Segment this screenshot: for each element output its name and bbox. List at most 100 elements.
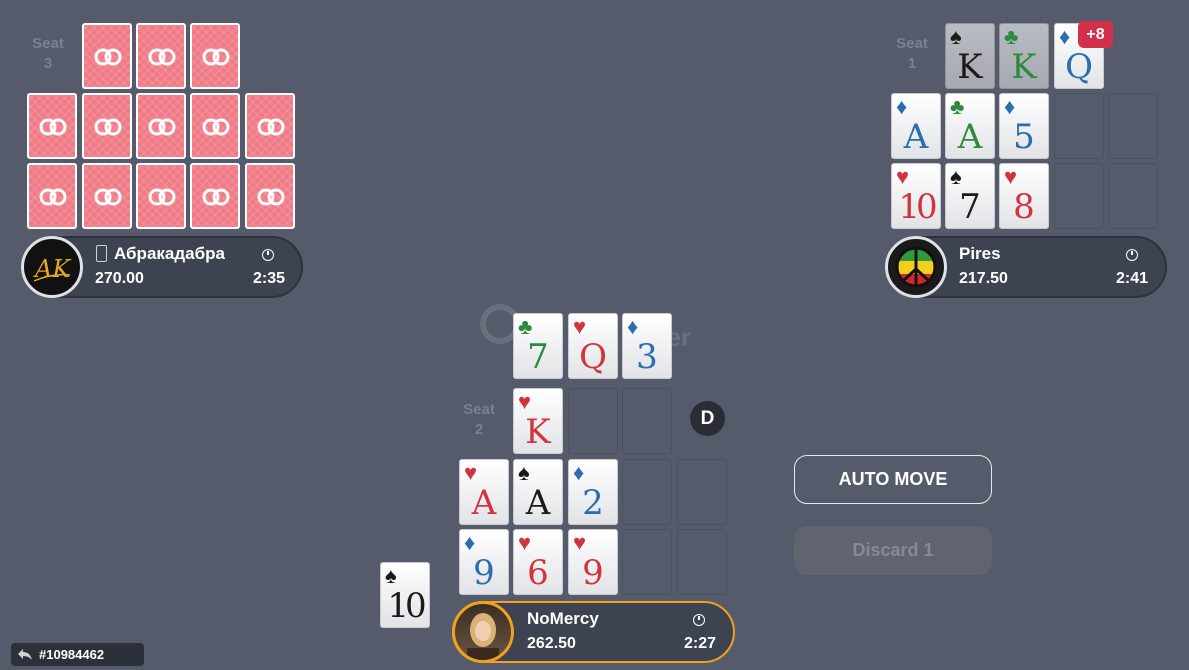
card-back-logo-icon <box>94 188 122 206</box>
seat2-card-bottom: ♦ 9 <box>459 529 509 595</box>
seat3-player-name: Абракадабра <box>114 244 225 263</box>
seat2-card-middle: ♥ A <box>459 459 509 525</box>
clock-icon <box>1126 249 1138 261</box>
card-back <box>82 163 132 229</box>
empty-card-slot[interactable] <box>622 529 672 595</box>
card-back <box>136 23 186 89</box>
card-back-logo-icon <box>257 188 285 206</box>
empty-card-slot <box>1108 163 1158 229</box>
card-suit: ♦ <box>896 94 908 119</box>
dealer-button: D <box>690 401 725 436</box>
seat3-label: Seat 3 <box>32 35 64 72</box>
hand-id-bar[interactable]: #10984462 <box>11 643 144 666</box>
seat1-card-top: ♠ K <box>945 23 995 89</box>
card-suit: ♦ <box>573 460 585 485</box>
seat2-player-name: NoMercy <box>527 609 599 628</box>
seat2-avatar[interactable] <box>452 601 514 663</box>
card-back-logo-icon <box>39 118 67 136</box>
empty-card-slot[interactable] <box>622 459 672 525</box>
seat2-card-middle: ♠ A <box>513 459 563 525</box>
seat2-card-top: ♥ K <box>513 388 563 454</box>
card-suit: ♥ <box>518 530 532 555</box>
card-back <box>190 93 240 159</box>
card-rank: 10 <box>387 586 426 626</box>
card-suit: ♦ <box>1004 94 1016 119</box>
hand-id-text: #10984462 <box>39 647 105 662</box>
card-rank: 6 <box>527 553 549 593</box>
seat1-avatar[interactable] <box>885 236 947 298</box>
seat2-card-bottom: ♥ 6 <box>513 529 563 595</box>
card-rank: Q <box>579 337 607 377</box>
seat1-card-middle: ♦ A <box>891 93 941 159</box>
card-back-logo-icon <box>39 188 67 206</box>
seat2-label: Seat 2 <box>463 401 495 438</box>
clock-icon <box>262 249 274 261</box>
card-back <box>27 163 77 229</box>
seat1-card-bottom: ♥ 10 <box>891 163 941 229</box>
seat1-card-middle: ♣ A <box>945 93 995 159</box>
seat1-card-bottom: ♠ 7 <box>945 163 995 229</box>
card-suit: ♥ <box>464 460 478 485</box>
empty-card-slot[interactable] <box>677 529 727 595</box>
card-back <box>190 163 240 229</box>
card-suit: ♦ <box>627 314 639 339</box>
ak-logo-icon: AK <box>33 255 72 283</box>
empty-card-slot[interactable] <box>622 388 672 454</box>
seat2-card-middle: ♦ 2 <box>568 459 618 525</box>
card-suit: ♥ <box>1004 164 1018 189</box>
card-rank: 5 <box>1013 117 1035 157</box>
card-suit: ♣ <box>950 94 965 119</box>
empty-card-slot <box>1054 93 1104 159</box>
card-back <box>190 23 240 89</box>
extra-cards-badge: +8 <box>1078 21 1113 48</box>
card-rank: 7 <box>959 187 981 227</box>
seat3-avatar[interactable]: AK <box>21 236 83 298</box>
auto-move-button[interactable]: AUTO MOVE <box>794 455 992 504</box>
seat1-timer: 2:41 <box>1116 270 1149 287</box>
card-back-logo-icon <box>148 48 176 66</box>
card-rank: A <box>903 117 929 157</box>
seat1-card-bottom: ♥ 8 <box>999 163 1049 229</box>
card-suit: ♥ <box>573 530 587 555</box>
discard-button[interactable]: Discard 1 <box>794 526 992 575</box>
card-rank: 9 <box>582 553 604 593</box>
seat1-card-top: ♣ K <box>999 23 1049 89</box>
dealt-card[interactable]: ♥ Q <box>568 313 618 379</box>
card-suit: ♣ <box>1004 24 1019 49</box>
empty-card-slot[interactable] <box>677 459 727 525</box>
card-rank: 8 <box>1013 187 1035 227</box>
replay-arrow-icon <box>18 649 32 660</box>
seat1-stack: 217.50 <box>959 270 1008 287</box>
empty-card-slot <box>1054 163 1104 229</box>
card-rank: A <box>957 117 983 157</box>
card-back-logo-icon <box>94 118 122 136</box>
card-rank: K <box>525 412 551 452</box>
card-back <box>245 93 295 159</box>
card-back-logo-icon <box>257 118 285 136</box>
seat2-card-bottom: ♥ 9 <box>568 529 618 595</box>
seat1-card-middle: ♦ 5 <box>999 93 1049 159</box>
clock-icon <box>693 614 705 626</box>
seat1-label: Seat 1 <box>896 35 928 72</box>
card-suit: ♠ <box>518 460 530 485</box>
seat3-stack: 270.00 <box>95 270 144 287</box>
card-suit: ♣ <box>518 314 533 339</box>
card-rank: 10 <box>898 187 937 227</box>
card-rank: A <box>525 483 551 523</box>
seat2-stack: 262.50 <box>527 635 576 652</box>
dealt-card[interactable]: ♣ 7 <box>513 313 563 379</box>
empty-card-slot[interactable] <box>568 388 618 454</box>
card-suit: ♠ <box>950 24 962 49</box>
seat3-timer: 2:35 <box>253 270 286 287</box>
card-back <box>82 23 132 89</box>
card-back-logo-icon <box>94 48 122 66</box>
card-rank: A <box>471 483 497 523</box>
card-suit: ♦ <box>464 530 476 555</box>
card-back <box>27 93 77 159</box>
card-back-logo-icon <box>202 188 230 206</box>
dealt-card[interactable]: ♦ 3 <box>622 313 672 379</box>
empty-card-slot <box>1108 93 1158 159</box>
seat2-timer: 2:27 <box>684 635 717 652</box>
player-photo-icon <box>467 613 499 660</box>
card-suit: ♥ <box>573 314 587 339</box>
